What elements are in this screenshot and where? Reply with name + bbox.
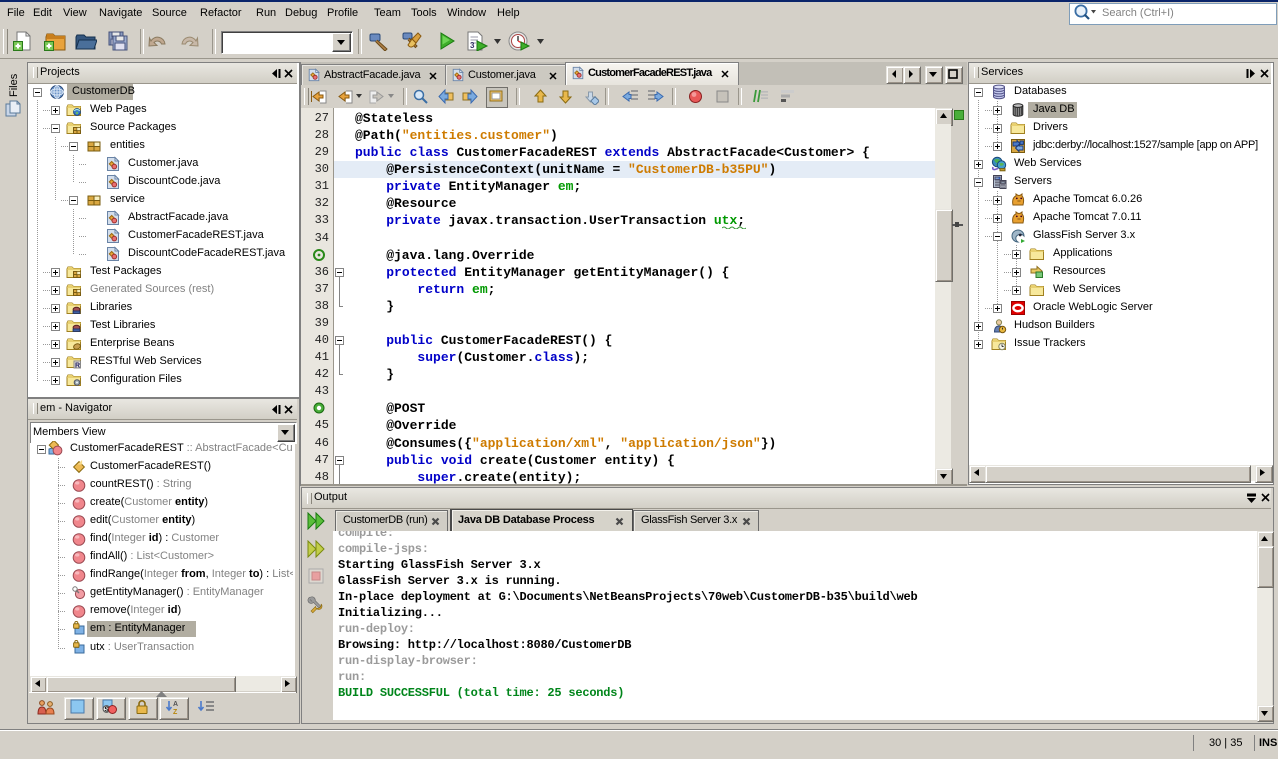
svg-text:3: 3	[470, 41, 475, 50]
svg-text:R: R	[75, 363, 80, 370]
svg-text:Z: Z	[173, 709, 178, 715]
svg-text:A: A	[173, 701, 178, 708]
